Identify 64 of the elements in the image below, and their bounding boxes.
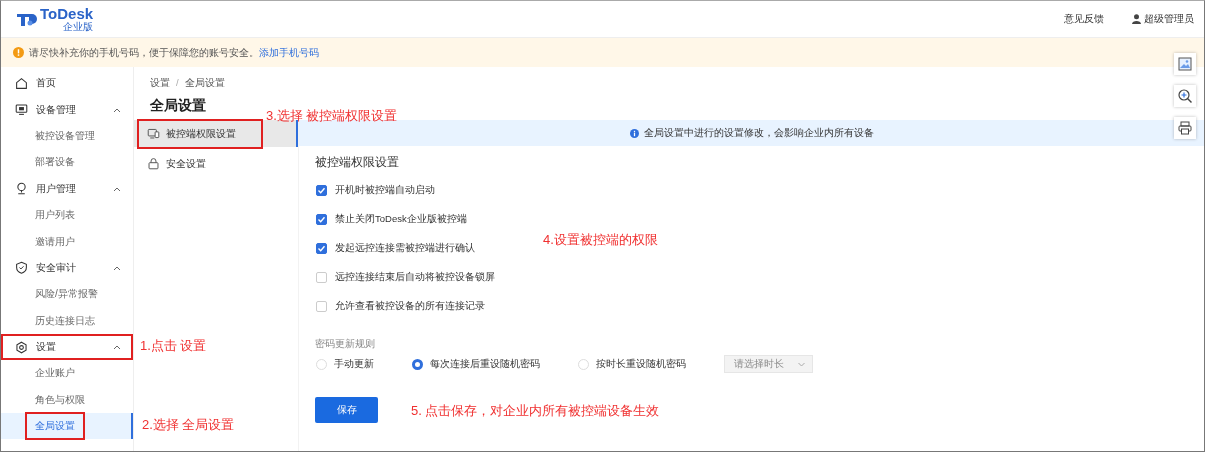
section-title: 被控端权限设置 [314,154,400,171]
page-title: 全局设置 [150,97,206,113]
radio-label: 按时长重设随机密码 [596,357,686,371]
chevron-icon [113,264,121,271]
checkbox-label: 允许查看被控设备的所有连接记录 [335,299,485,313]
checkbox[interactable] [316,242,327,254]
radio-label: 每次连接后重设随机密码 [430,357,540,371]
checkbox[interactable] [316,184,327,196]
annotation-text: 2.选择 全局设置 [142,416,235,434]
zoom-in-icon[interactable] [1174,85,1196,107]
logo-icon [17,11,37,27]
save-button[interactable]: 保存 [315,397,378,423]
annotation-text: 4.设置被控端的权限 [543,231,658,249]
sidebar-subitem[interactable]: 部署设备 [1,149,133,176]
image-tool-icon[interactable] [1174,53,1196,75]
feedback-link[interactable]: 意见反馈 [1064,12,1104,26]
user-icon [1132,14,1141,24]
printer-icon[interactable] [1174,117,1196,139]
radio-button[interactable] [412,358,423,370]
sidebar-subitem[interactable]: 风险/异常报警 [1,281,133,308]
sidebar-subitem[interactable]: 全局设置 [1,413,133,440]
chevron-icon [113,185,121,192]
gear-icon [15,340,28,354]
sidebar-item[interactable]: 设置 [1,333,133,361]
radio-label: 手动更新 [334,357,374,371]
breadcrumb-separator: / [176,77,179,90]
home-icon [15,76,28,90]
checkbox-label: 远控连接结束后自动将被控设备锁屏 [335,270,495,284]
chevron-icon [113,344,121,351]
checkbox-label: 开机时被控端自动启动 [335,183,435,197]
sidebar-subitem[interactable]: 角色与权限 [1,386,133,414]
sidebar-item[interactable]: 安全审计 [1,254,133,282]
sidebar-subitem[interactable]: 邀请用户 [1,228,133,255]
sidebar-subitem[interactable]: 被控设备管理 [1,122,133,150]
sidebar-item[interactable]: 设备管理 [1,96,133,123]
settings-tab[interactable]: 安全设置 [134,150,298,177]
sidebar-subitem[interactable]: 企业账户 [1,360,133,387]
user-icon [15,182,28,196]
sidebar-item[interactable]: 首页 [1,70,133,97]
monitor-icon [15,103,28,117]
breadcrumb-item: 全局设置 [184,77,225,90]
sidebar-subitem[interactable]: 历史连接日志 [1,307,133,334]
shield-icon [15,261,28,275]
lock-icon [147,157,160,170]
checkbox-label: 禁止关闭ToDesk企业版被控端 [335,212,467,226]
logo-text: ToDesk [40,6,94,21]
chevron-icon [798,361,805,367]
sidebar-item[interactable]: 用户管理 [1,175,133,202]
logo-subtitle: 企业版 [63,22,94,32]
info-icon [629,128,639,138]
add-phone-link[interactable]: 添加手机号码 [259,46,319,58]
sidebar-subitem[interactable]: 用户列表 [1,201,133,229]
field-label: 密码更新规则 [314,337,376,351]
annotation-text: 1.点击 设置 [140,337,207,355]
warning-icon [13,47,24,58]
checkbox-label: 发起远控连接需被控端进行确认 [335,241,475,255]
checkbox[interactable] [316,213,327,225]
user-name[interactable]: 超级管理员 [1144,12,1194,26]
annotation-text: 5. 点击保存，对企业内所有被控端设备生效 [411,402,660,420]
banner-text: 请尽快补充你的手机号码，便于保障您的账号安全。添加手机号码 [29,45,319,60]
chevron-icon [113,106,121,113]
notice-text: 全局设置中进行的设置修改，会影响企业内所有设备 [643,126,874,140]
breadcrumb-item[interactable]: 设置 [150,77,170,90]
devices-icon [147,127,160,140]
